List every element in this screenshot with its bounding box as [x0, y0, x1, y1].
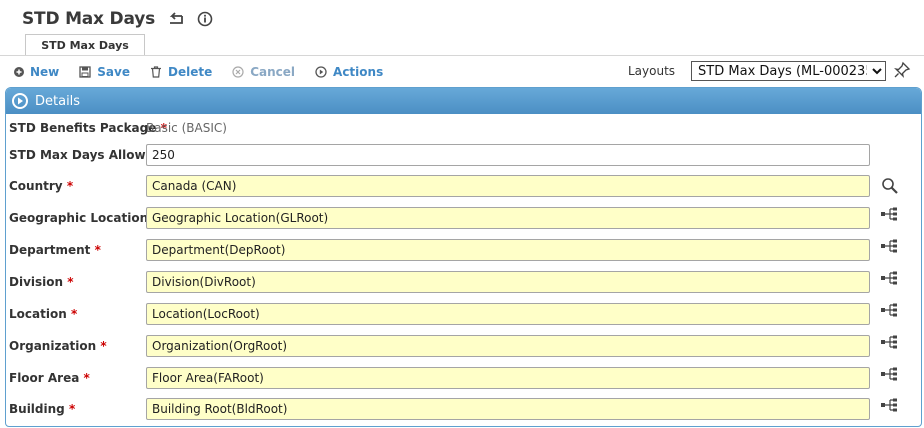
field-label: Country * — [9, 179, 146, 193]
hierarchy-icon[interactable] — [881, 239, 899, 253]
required-marker: * — [66, 179, 74, 193]
field-label-text: Geographic Location — [9, 211, 149, 225]
field-label: Division * — [9, 275, 146, 289]
plus-icon — [14, 67, 24, 77]
hierarchy-icon[interactable] — [881, 335, 899, 349]
hierarchy-icon[interactable] — [881, 207, 899, 221]
field-label: Floor Area * — [9, 371, 146, 385]
field-label-text: Location — [9, 307, 67, 321]
field-label-text: Department — [9, 243, 91, 257]
required-marker: * — [67, 275, 74, 289]
field-label: STD Benefits Package * — [9, 121, 167, 135]
layouts-label: Layouts — [628, 64, 676, 78]
tab-std-max-days[interactable]: STD Max Days — [25, 34, 145, 56]
department-input[interactable]: Department(DepRoot) — [146, 239, 870, 261]
field-row-country: Country * Canada (CAN) — [9, 174, 870, 198]
field-label: STD Max Days Allowed — [9, 148, 162, 162]
details-header-label: Details — [35, 93, 81, 109]
field-label-text: Building — [9, 402, 65, 416]
floor-area-input[interactable]: Floor Area(FARoot) — [146, 367, 870, 389]
info-icon[interactable] — [197, 11, 213, 27]
required-marker: * — [68, 402, 76, 416]
page-title: STD Max Days — [22, 9, 156, 29]
save-button[interactable]: Save — [79, 65, 130, 79]
cancel-icon — [232, 66, 244, 78]
field-label: Building * — [9, 402, 146, 416]
field-label: Organization * — [9, 339, 146, 353]
delete-button[interactable]: Delete — [150, 65, 212, 79]
division-input[interactable]: Division(DivRoot) — [146, 271, 870, 293]
save-icon — [79, 66, 91, 78]
toolbar: New Save Delete Cancel Actions — [14, 62, 403, 82]
field-row-building: Building * Building Root(BldRoot) — [9, 397, 870, 421]
field-label-text: Floor Area — [9, 371, 80, 385]
cancel-label: Cancel — [250, 65, 296, 79]
field-label: Location * — [9, 307, 146, 321]
required-marker: * — [94, 243, 101, 257]
organization-input[interactable]: Organization(OrgRoot) — [146, 335, 870, 357]
field-label-text: STD Benefits Package — [9, 121, 157, 135]
hierarchy-icon[interactable] — [881, 367, 899, 381]
field-row-department: Department * Department(DepRoot) — [9, 238, 870, 262]
pin-icon[interactable] — [893, 61, 911, 83]
field-row-division: Division * Division(DivRoot) — [9, 270, 870, 294]
required-marker: * — [100, 339, 107, 353]
field-label-text: Division — [9, 275, 64, 289]
details-header[interactable]: Details — [6, 88, 921, 114]
actions-icon — [315, 66, 327, 78]
hierarchy-icon[interactable] — [881, 398, 899, 412]
field-row-location: Location * Location(LocRoot) — [9, 302, 870, 326]
undo-icon[interactable] — [167, 12, 185, 26]
country-input[interactable]: Canada (CAN) — [146, 175, 870, 197]
std-benefits-package-value: Basic (BASIC) — [146, 121, 227, 135]
field-row-std-max-days-allowed: STD Max Days Allowed 250 — [9, 143, 870, 167]
geographic-location-input[interactable]: Geographic Location(GLRoot) — [146, 207, 870, 229]
field-label: Geographic Location * — [9, 211, 159, 225]
layouts-control: Layouts STD Max Days (ML-000235) — [628, 60, 887, 82]
field-label-text: Country — [9, 179, 63, 193]
required-marker: * — [70, 307, 78, 321]
field-row-floor-area: Floor Area * Floor Area(FARoot) — [9, 366, 870, 390]
new-button[interactable]: New — [14, 65, 59, 79]
tab-divider — [0, 55, 924, 56]
save-label: Save — [97, 65, 130, 79]
field-label-text: Organization — [9, 339, 97, 353]
play-icon — [12, 93, 28, 109]
field-row-std-benefits-package: STD Benefits Package * Basic (BASIC) — [9, 116, 227, 140]
required-marker: * — [83, 371, 90, 385]
trash-icon — [150, 66, 162, 78]
layouts-select[interactable]: STD Max Days (ML-000235) — [691, 61, 887, 81]
field-row-organization: Organization * Organization(OrgRoot) — [9, 334, 870, 358]
title-row: STD Max Days — [22, 6, 213, 32]
new-label: New — [30, 65, 60, 79]
std-max-days-allowed-input[interactable]: 250 — [146, 144, 870, 166]
field-label-text: STD Max Days Allowed — [9, 148, 163, 162]
building-input[interactable]: Building Root(BldRoot) — [146, 398, 870, 420]
field-row-geographic-location: Geographic Location * Geographic Locatio… — [9, 206, 870, 230]
field-label: Department * — [9, 243, 146, 257]
details-panel: Details STD Benefits Package * Basic (BA… — [5, 87, 922, 427]
cancel-button[interactable]: Cancel — [232, 65, 295, 79]
search-icon[interactable] — [881, 177, 899, 195]
actions-label: Actions — [333, 65, 384, 79]
hierarchy-icon[interactable] — [881, 271, 899, 285]
location-input[interactable]: Location(LocRoot) — [146, 303, 870, 325]
delete-label: Delete — [167, 65, 213, 79]
hierarchy-icon[interactable] — [881, 303, 899, 317]
actions-button[interactable]: Actions — [315, 65, 383, 79]
